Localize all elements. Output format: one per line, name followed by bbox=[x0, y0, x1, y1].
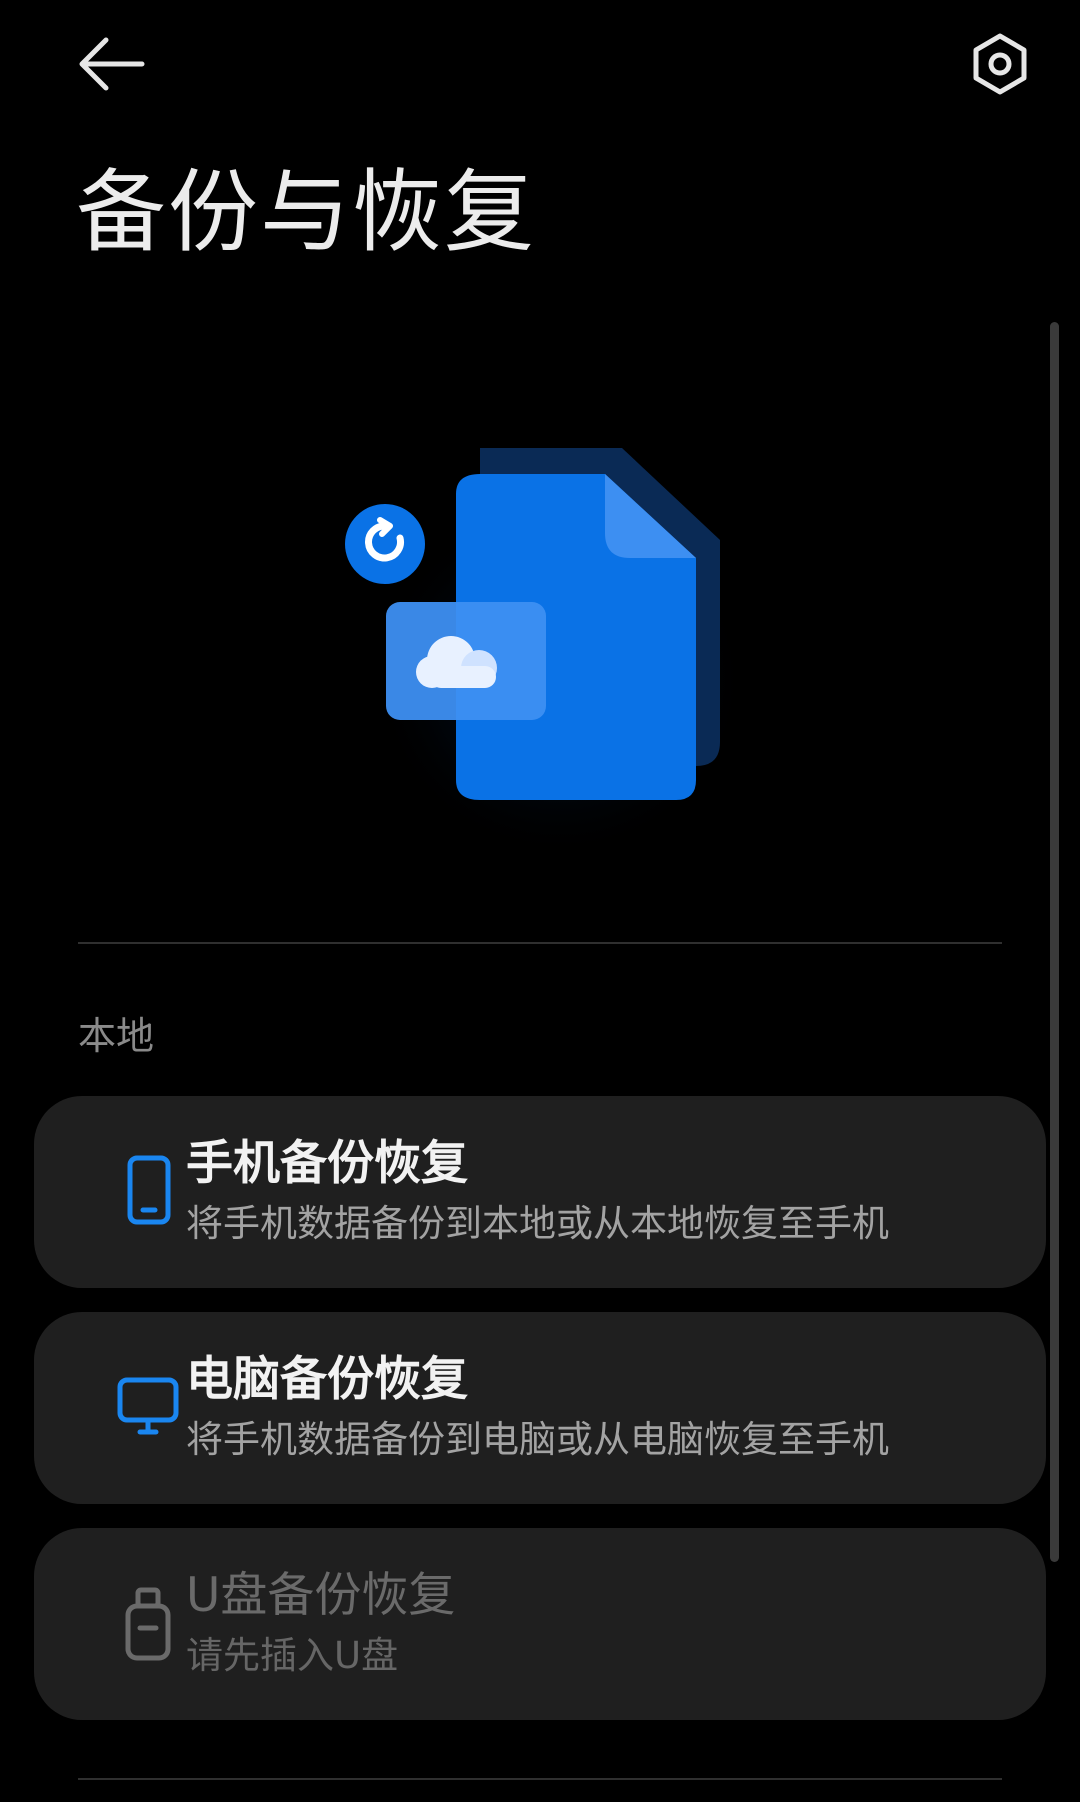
divider bbox=[78, 942, 1002, 944]
phone-icon bbox=[112, 1152, 186, 1232]
usb-drive-icon bbox=[112, 1584, 186, 1664]
bottom-divider bbox=[78, 1778, 1002, 1780]
pc-backup-title: 电脑备份恢复 bbox=[186, 1352, 468, 1407]
pc-backup-subtitle: 将手机数据备份到电脑或从电脑恢复至手机 bbox=[186, 1418, 889, 1461]
phone-backup-restore-item[interactable]: 手机备份恢复 将手机数据备份到本地或从本地恢复至手机 bbox=[34, 1096, 1046, 1288]
monitor-icon bbox=[112, 1368, 186, 1448]
pc-backup-restore-item[interactable]: 电脑备份恢复 将手机数据备份到电脑或从电脑恢复至手机 bbox=[34, 1312, 1046, 1504]
hero-illustration bbox=[330, 430, 750, 860]
document-cloud-restore-illustration bbox=[345, 448, 750, 860]
hexagon-settings-icon bbox=[973, 33, 1027, 95]
section-label-local: 本地 bbox=[78, 1014, 155, 1058]
settings-button[interactable] bbox=[964, 28, 1036, 100]
usb-backup-restore-item[interactable]: U盘备份恢复 请先插入U盘 bbox=[34, 1528, 1046, 1720]
phone-backup-subtitle: 将手机数据备份到本地或从本地恢复至手机 bbox=[186, 1202, 889, 1245]
scrollbar[interactable] bbox=[1050, 322, 1059, 1562]
usb-backup-title: U盘备份恢复 bbox=[186, 1568, 456, 1623]
arrow-left-icon bbox=[79, 37, 145, 91]
back-button[interactable] bbox=[72, 32, 152, 96]
phone-backup-title: 手机备份恢复 bbox=[186, 1136, 468, 1191]
page-title: 备份与恢复 bbox=[76, 160, 536, 265]
usb-backup-subtitle: 请先插入U盘 bbox=[186, 1634, 399, 1677]
